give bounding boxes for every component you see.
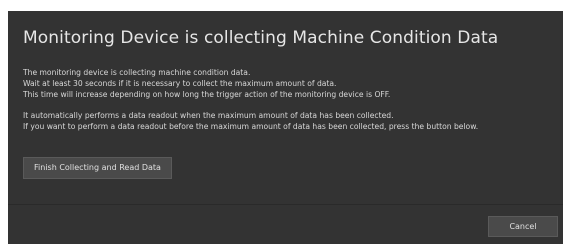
message-line: Wait at least 30 seconds if it is necess… [23,79,337,88]
dialog-title: Monitoring Device is collecting Machine … [23,28,499,48]
message-line: The monitoring device is collecting mach… [23,68,251,77]
message-line: If you want to perform a data readout be… [23,122,479,131]
finish-collecting-button[interactable]: Finish Collecting and Read Data [23,157,172,179]
cancel-button[interactable]: Cancel [488,216,558,237]
dialog-footer: Cancel [8,205,563,244]
message-line: This time will increase depending on how… [23,90,391,99]
collecting-data-dialog: Monitoring Device is collecting Machine … [8,11,563,244]
message-line: It automatically performs a data readout… [23,111,394,120]
dialog-message: The monitoring device is collecting mach… [23,67,478,132]
